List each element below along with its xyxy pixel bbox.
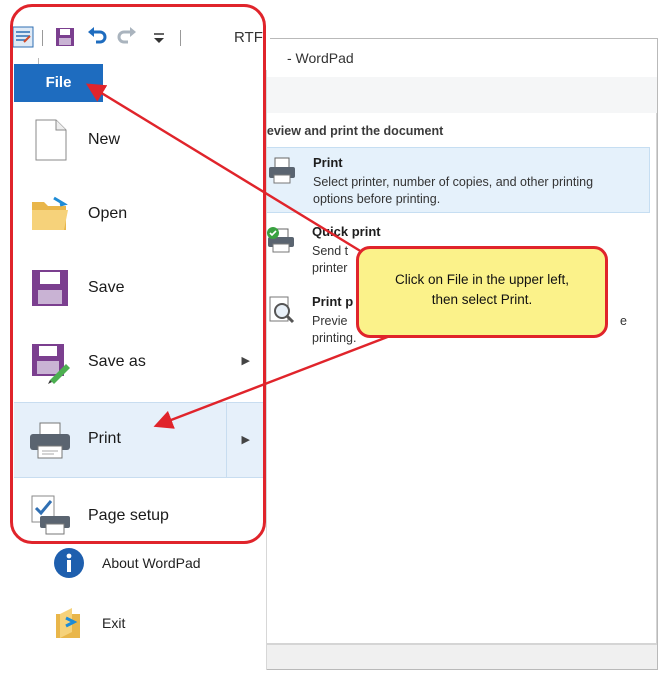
menu-item-new[interactable]: New bbox=[14, 104, 264, 178]
split-button-divider bbox=[226, 403, 227, 477]
print-submenu-panel: review and print the document Print Sele… bbox=[251, 113, 657, 644]
menu-item-label: Save as bbox=[88, 353, 146, 370]
redo-icon[interactable] bbox=[116, 26, 138, 48]
page-setup-icon bbox=[31, 495, 70, 535]
quick-access-toolbar: RTF bbox=[8, 16, 270, 58]
menu-item-save-as[interactable]: Save as ▶ bbox=[14, 326, 264, 400]
menu-item-label: Save bbox=[88, 279, 125, 296]
printer-icon bbox=[30, 422, 70, 459]
save-disk-icon bbox=[32, 270, 68, 306]
submenu-option-print[interactable]: Print Select printer, number of copies, … bbox=[260, 147, 650, 213]
menu-item-label: Exit bbox=[102, 615, 126, 631]
menu-item-exit[interactable]: Exit bbox=[40, 596, 240, 652]
wordpad-app-icon[interactable] bbox=[12, 26, 34, 48]
submenu-option-desc: Select printer, number of copies, and ot… bbox=[313, 175, 594, 206]
menu-item-print[interactable]: Print ▶ bbox=[14, 402, 264, 478]
menu-item-label: About WordPad bbox=[102, 555, 201, 571]
file-tab[interactable]: File bbox=[14, 64, 103, 102]
menu-item-label: Page setup bbox=[88, 507, 169, 524]
document-format-label: RTF bbox=[234, 29, 263, 46]
submenu-option-desc-fragment: e bbox=[620, 314, 627, 328]
customize-toolbar-icon[interactable] bbox=[148, 26, 170, 48]
menu-item-about[interactable]: About WordPad bbox=[40, 536, 240, 592]
quick-print-icon bbox=[267, 227, 294, 253]
callout-line-2: then select Print. bbox=[431, 292, 533, 307]
menu-item-open[interactable]: Open bbox=[14, 178, 264, 252]
toolbar-separator bbox=[42, 30, 43, 46]
open-folder-icon bbox=[32, 196, 68, 230]
toolbar-separator bbox=[180, 30, 181, 46]
menu-item-label: Open bbox=[88, 205, 128, 222]
save-as-icon bbox=[32, 344, 70, 384]
print-preview-icon bbox=[269, 296, 295, 324]
printer-icon bbox=[269, 157, 295, 184]
save-icon[interactable] bbox=[54, 26, 76, 48]
menu-item-label: Print bbox=[88, 430, 121, 447]
new-document-icon bbox=[35, 119, 67, 161]
submenu-option-title: Print bbox=[313, 155, 343, 170]
menu-item-save[interactable]: Save bbox=[14, 252, 264, 326]
submenu-arrow-icon: ▶ bbox=[241, 355, 250, 367]
undo-icon[interactable] bbox=[86, 26, 108, 48]
exit-icon bbox=[56, 608, 80, 638]
submenu-header: review and print the document bbox=[262, 124, 444, 138]
submenu-arrow-icon[interactable]: ▶ bbox=[242, 433, 250, 446]
window-title: - WordPad bbox=[287, 50, 354, 66]
submenu-option-title: Print p bbox=[312, 294, 354, 309]
callout-line-1: Click on File in the upper left, bbox=[394, 272, 570, 287]
submenu-option-title: Quick print bbox=[312, 224, 381, 239]
info-icon bbox=[54, 548, 84, 578]
menu-item-label: New bbox=[88, 131, 121, 148]
instruction-callout: Click on File in the upper left, then se… bbox=[356, 246, 608, 338]
